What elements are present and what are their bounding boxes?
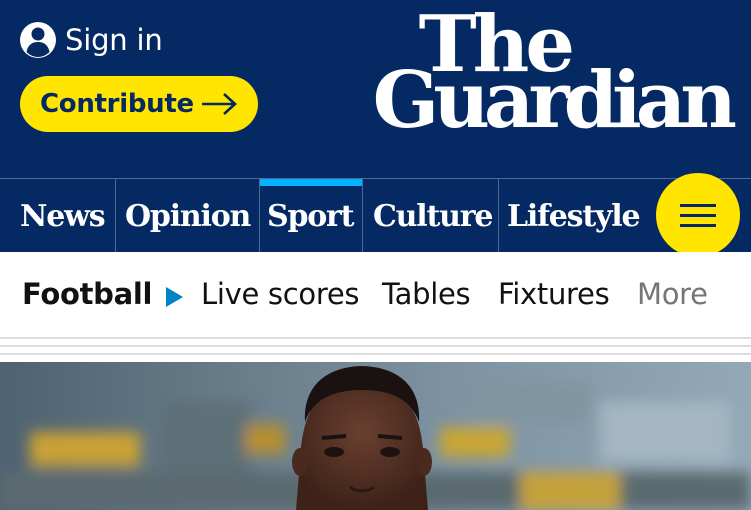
sign-in-link[interactable]: Sign in <box>20 20 163 60</box>
logo-line-guardian: Guardian <box>372 55 737 146</box>
subnav-item-live-scores[interactable]: Live scores <box>201 280 359 309</box>
pillar-culture[interactable]: Culture <box>363 179 499 252</box>
subnav-item-fixtures[interactable]: Fixtures <box>498 280 610 309</box>
pillar-lifestyle[interactable]: Lifestyle <box>499 179 649 252</box>
player-photo <box>0 362 751 510</box>
guardian-logo[interactable]: The Guardian <box>373 6 737 140</box>
pillar-label: Lifestyle <box>507 199 641 234</box>
subnav-section-football[interactable]: Football <box>22 280 152 309</box>
contribute-button[interactable]: Contribute <box>20 76 258 132</box>
pillar-label: News <box>20 199 106 234</box>
pillar-label: Opinion <box>125 199 251 234</box>
divider <box>0 345 751 347</box>
section-rules <box>0 336 751 362</box>
pillar-news[interactable]: News <box>0 179 116 252</box>
hero-image[interactable] <box>0 362 751 510</box>
sub-nav: Football Live scores Tables Fixtures Mor… <box>0 252 751 336</box>
menu-button[interactable] <box>656 173 740 257</box>
pillar-label: Sport <box>267 199 355 234</box>
user-icon <box>20 22 56 58</box>
hamburger-menu-icon-line <box>680 224 716 227</box>
divider <box>0 337 751 339</box>
subnav-item-tables[interactable]: Tables <box>382 280 471 309</box>
hamburger-menu-icon <box>680 204 716 207</box>
masthead: Sign in Contribute The Guardian <box>0 0 751 178</box>
active-pillar-indicator <box>260 179 362 186</box>
pillar-sport[interactable]: Sport <box>260 179 363 252</box>
hamburger-menu-icon-line <box>680 214 716 217</box>
arrow-right-icon <box>201 93 237 115</box>
pillar-nav: News Opinion Sport Culture Lifestyle <box>0 178 751 252</box>
subnav-more[interactable]: More <box>637 280 708 309</box>
triangle-right-icon <box>166 287 183 307</box>
sign-in-label: Sign in <box>65 23 163 57</box>
pillar-opinion[interactable]: Opinion <box>116 179 260 252</box>
pillar-label: Culture <box>373 199 493 234</box>
divider <box>0 353 751 355</box>
contribute-label: Contribute <box>40 89 194 119</box>
